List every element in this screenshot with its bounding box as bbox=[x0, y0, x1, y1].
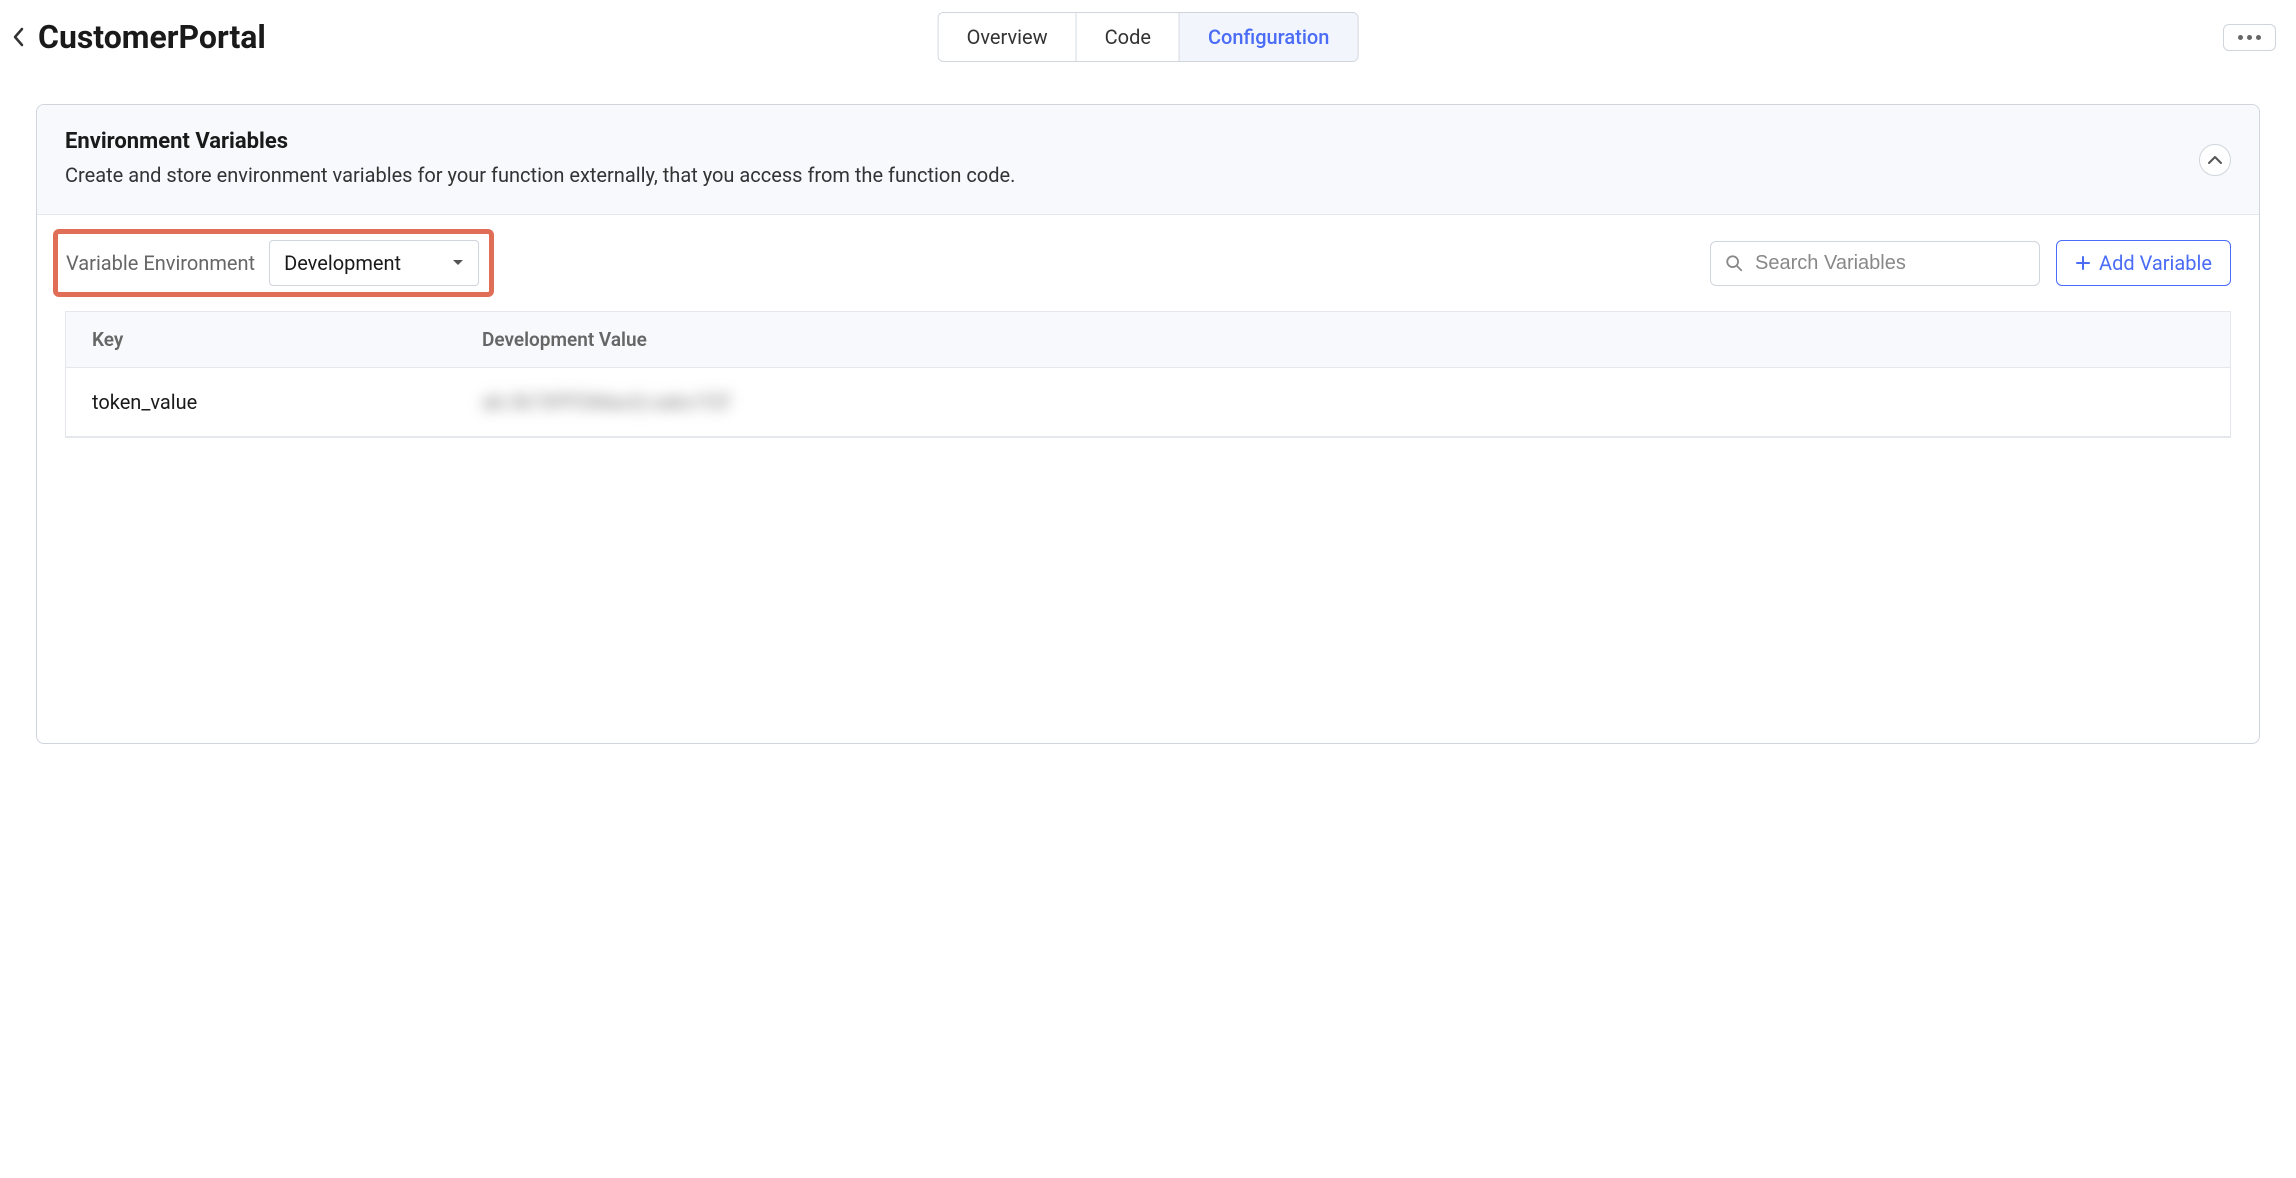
column-key: Key bbox=[66, 312, 456, 367]
column-value: Development Value bbox=[456, 312, 2230, 367]
chevron-left-icon bbox=[12, 25, 26, 49]
table-row[interactable]: token_value ab-3k7XPFDMaoQ-oaks1f2f bbox=[66, 368, 2230, 437]
search-box[interactable] bbox=[1710, 241, 2040, 286]
search-icon bbox=[1725, 253, 1743, 273]
top-bar: CustomerPortal Overview Code Configurati… bbox=[0, 0, 2296, 74]
ellipsis-icon bbox=[2238, 35, 2243, 40]
plus-icon bbox=[2075, 255, 2091, 271]
environment-select[interactable]: Development bbox=[269, 240, 479, 286]
tab-code[interactable]: Code bbox=[1077, 13, 1180, 61]
toolbar: Variable Environment Development bbox=[37, 215, 2259, 311]
search-input[interactable] bbox=[1755, 252, 2025, 275]
environment-label: Variable Environment bbox=[66, 251, 255, 275]
page-title: CustomerPortal bbox=[38, 18, 266, 56]
cell-value: ab-3k7XPFDMaoQ-oaks1f2f bbox=[456, 368, 2230, 436]
panel-header: Environment Variables Create and store e… bbox=[37, 105, 2259, 215]
env-variables-panel: Environment Variables Create and store e… bbox=[36, 104, 2260, 744]
more-actions-button[interactable] bbox=[2223, 24, 2276, 51]
tabs: Overview Code Configuration bbox=[938, 12, 1359, 62]
panel-title: Environment Variables bbox=[65, 129, 2199, 154]
chevron-up-icon bbox=[2207, 155, 2223, 165]
collapse-button[interactable] bbox=[2199, 144, 2231, 176]
add-variable-label: Add Variable bbox=[2099, 251, 2212, 275]
tab-overview[interactable]: Overview bbox=[939, 13, 1077, 61]
add-variable-button[interactable]: Add Variable bbox=[2056, 240, 2231, 286]
cell-key: token_value bbox=[66, 368, 456, 436]
content-area: Environment Variables Create and store e… bbox=[0, 74, 2296, 774]
variables-table: Key Development Value token_value ab-3k7… bbox=[65, 311, 2231, 438]
tab-configuration[interactable]: Configuration bbox=[1180, 13, 1357, 61]
back-button[interactable] bbox=[8, 21, 30, 53]
environment-selected-value: Development bbox=[284, 251, 401, 275]
caret-down-icon bbox=[452, 259, 464, 267]
table-header: Key Development Value bbox=[66, 312, 2230, 368]
environment-selector-group: Variable Environment Development bbox=[53, 229, 494, 297]
panel-description: Create and store environment variables f… bbox=[65, 160, 2199, 190]
